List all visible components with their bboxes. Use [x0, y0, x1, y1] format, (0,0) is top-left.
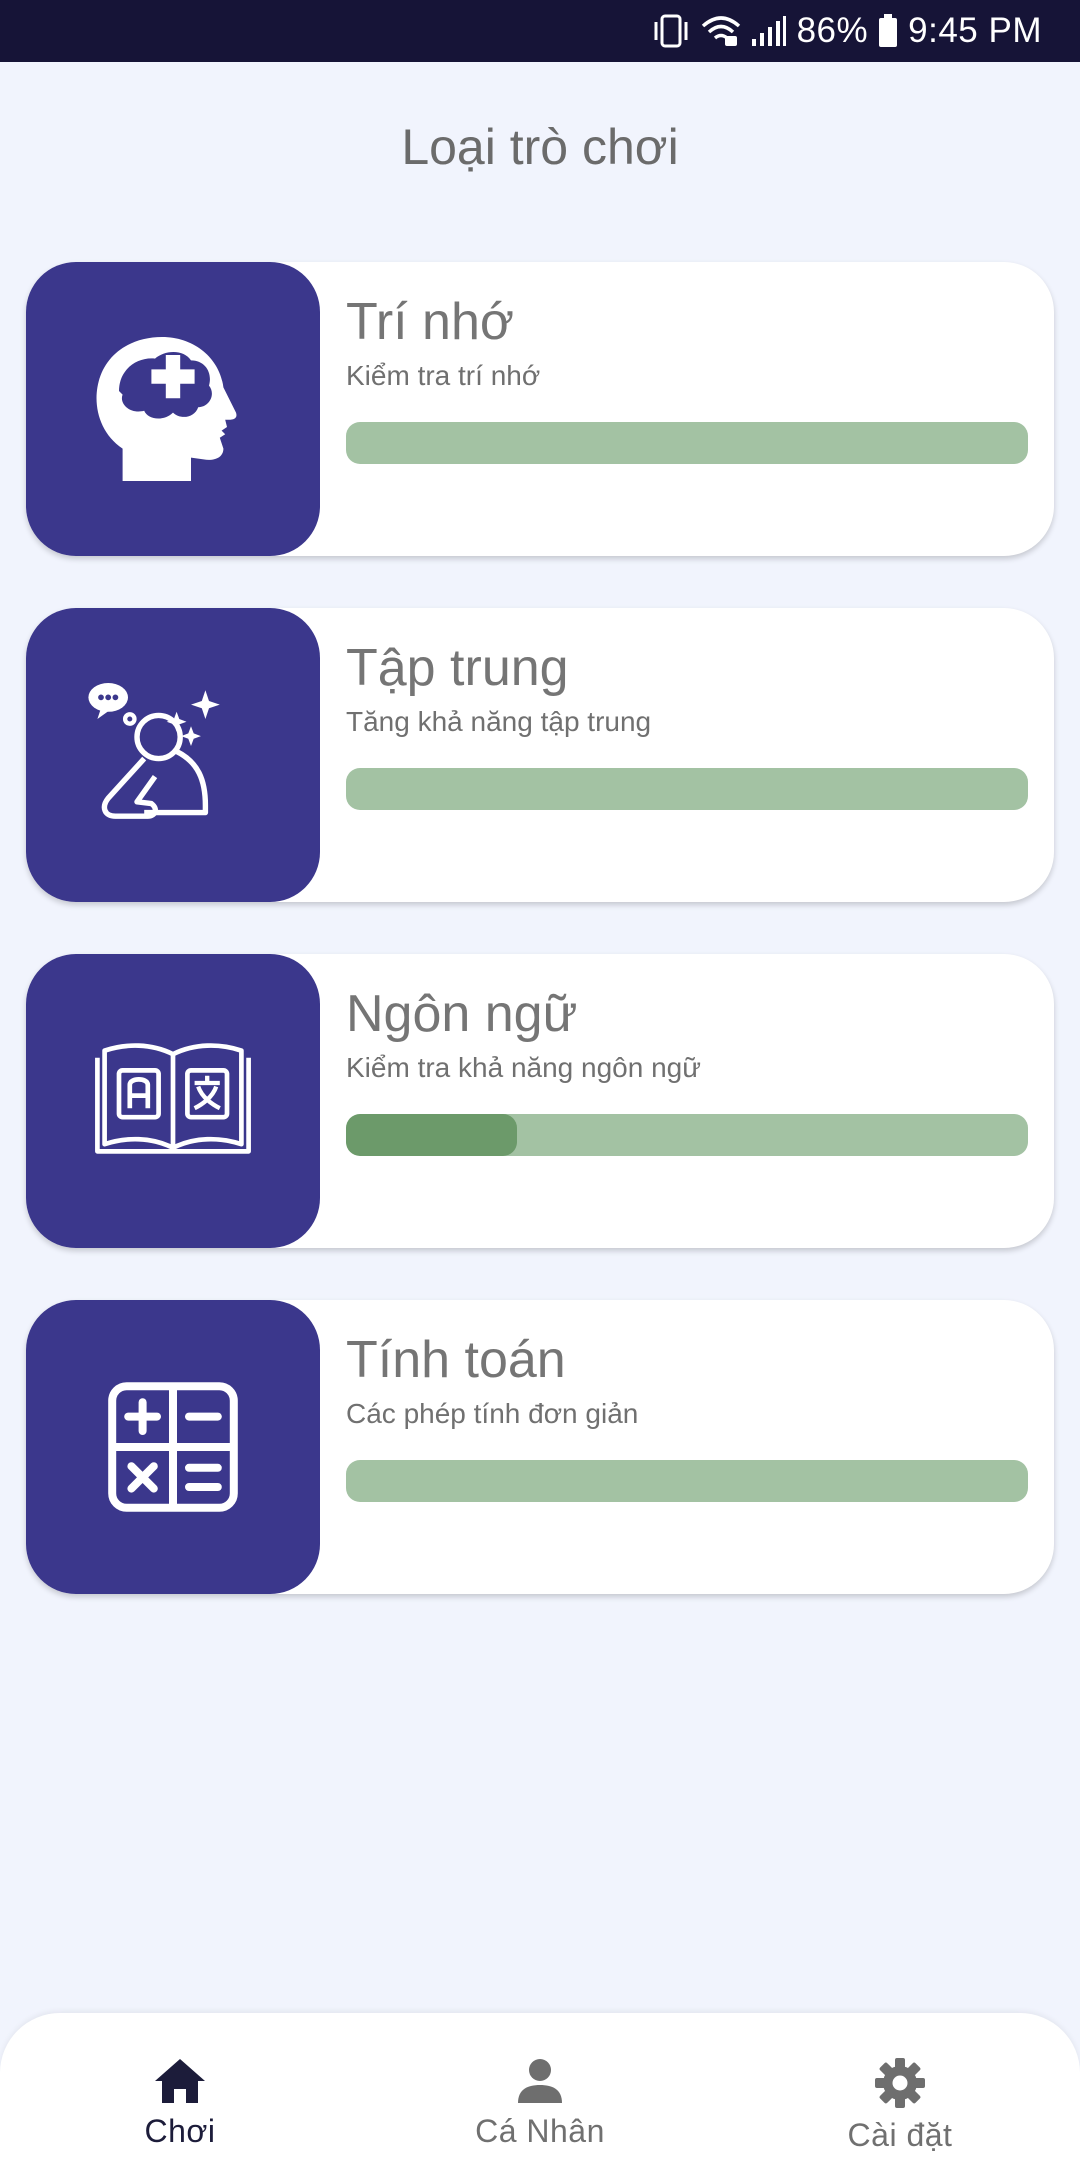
status-icons: 86% 9:45 PM [651, 0, 1042, 62]
card-icon-box [26, 608, 320, 902]
card-subtitle: Kiểm tra trí nhớ [346, 360, 541, 391]
card-subtitle: Kiểm tra khả năng ngôn ngữ [346, 1052, 701, 1083]
brain-head-icon [96, 337, 237, 481]
card-icon-box [26, 262, 320, 556]
signal-icon [751, 15, 787, 47]
person-icon [518, 2059, 562, 2103]
battery-icon [878, 14, 898, 48]
page-title: Loại trò chơi [401, 119, 679, 175]
card-title: Trí nhớ [346, 293, 514, 351]
wifi-icon [701, 14, 741, 48]
card-icon-box [26, 1300, 320, 1594]
nav-item-settings[interactable]: Cài đặt [750, 2013, 1050, 2160]
bottom-navigation: Chơi Cá Nhân Cài đặt [0, 2013, 1080, 2160]
translate-book-icon [95, 1043, 251, 1154]
nav-label: Cài đặt [847, 2117, 953, 2153]
game-card-calculation[interactable]: Tính toán Các phép tính đơn giản [26, 1300, 1054, 1594]
vibrate-icon [651, 13, 691, 49]
card-icon-box [26, 954, 320, 1248]
progress-fill [346, 1114, 517, 1156]
home-icon [155, 2059, 205, 2103]
status-bar: 86% 9:45 PM [0, 0, 1080, 62]
gear-icon [875, 2058, 925, 2108]
thinking-person-icon [88, 683, 220, 819]
nav-label: Chơi [144, 2113, 216, 2149]
game-card-language[interactable]: Ngôn ngữ Kiểm tra khả năng ngôn ngữ [26, 954, 1054, 1248]
progress-bar [346, 422, 1028, 464]
card-subtitle: Tăng khả năng tập trung [346, 706, 652, 737]
game-card-focus[interactable]: Tập trung Tăng khả năng tập trung [26, 608, 1054, 902]
progress-bar [346, 1114, 1028, 1156]
progress-bar [346, 1460, 1028, 1502]
nav-item-profile[interactable]: Cá Nhân [390, 2013, 690, 2160]
card-title: Tính toán [346, 1331, 566, 1389]
nav-label: Cá Nhân [475, 2113, 605, 2149]
card-subtitle: Các phép tính đơn giản [346, 1398, 639, 1429]
nav-item-play[interactable]: Chơi [30, 2013, 330, 2160]
battery-percent: 86% [796, 11, 869, 50]
clock: 9:45 PM [908, 11, 1042, 50]
calculator-icon [108, 1382, 238, 1512]
card-title: Ngôn ngữ [346, 985, 578, 1043]
progress-bar [346, 768, 1028, 810]
game-card-memory[interactable]: Trí nhớ Kiểm tra trí nhớ [26, 262, 1054, 556]
card-title: Tập trung [346, 639, 569, 697]
